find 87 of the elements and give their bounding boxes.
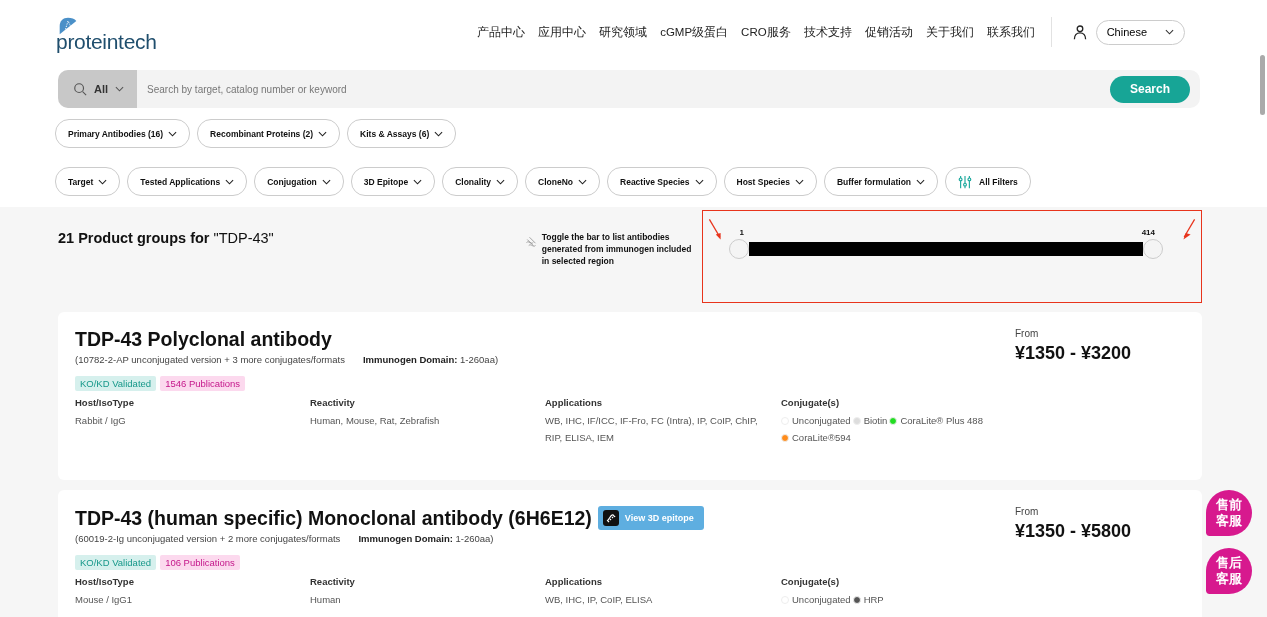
filter-dropdown[interactable]: Reactive Species [607,167,717,196]
annotation-arrow [1181,217,1197,241]
filter-dropdown[interactable]: Buffer formulation [823,167,939,196]
conjugate-name: CoraLite®594 [792,432,851,443]
price-range: ¥1350 - ¥5800 [1015,521,1132,542]
spec-value: Rabbit / IgG [75,414,127,428]
chevron-down-icon [115,86,125,92]
spec-value: Mouse / IgG1 [75,593,134,607]
filter-dropdown[interactable]: Tested Applications [127,167,248,196]
spec-value: Human [310,593,342,607]
chevron-down-icon [496,178,506,185]
spec-label: Conjugate(s) [781,576,841,587]
chevron-down-icon [413,178,423,185]
immunogen-domain: Immunogen Domain: 1-260aa) [358,533,494,544]
chevron-down-icon [168,130,178,137]
category-dropdown[interactable]: Kits & Assays (6) [347,119,457,148]
chevron-down-icon [578,178,588,185]
price-label: From [1015,506,1040,517]
spec-label: Applications [545,576,603,587]
spec-value: Human, Mouse, Rat, Zebrafish [310,414,441,428]
language-dropdown[interactable]: Chinese [1095,19,1185,45]
chevron-down-icon [321,178,331,185]
spec-label: Conjugate(s) [781,397,841,408]
spec-value: WB, IHC, IF/ICC, IF-Fro, FC (Intra), IP, CoIP, ChIP, RIP, ELISA, IEM [545,414,759,445]
filter-dropdown[interactable]: Clonality [442,167,519,196]
slider-handle[interactable] [729,239,750,259]
filter-dropdown[interactable]: Target [55,167,121,196]
filter-dropdown[interactable]: Conjugation [254,167,344,196]
spec-label: Host/IsoType [75,576,135,587]
logo-icon [58,16,78,36]
proteintech-logo[interactable]: proteintech [56,10,157,54]
spec-label: Applications [545,397,603,408]
product-title[interactable]: TDP-43 (human specific) Monoclonal antibody (6H6E12) [75,506,592,530]
chevron-down-icon [225,178,235,185]
category-dropdown[interactable]: Recombinant Proteins (2) [197,119,341,148]
product-subtitle: (10782-2-AP unconjugated version + 3 more conjugates/formats [75,354,345,365]
scope-dropdown[interactable]: All [58,70,138,108]
range-min: 1 [739,228,744,237]
price-label: From [1015,328,1040,339]
immunogen-domain: Immunogen Domain: 1-260aa) [362,354,499,365]
spec-label: Reactivity [310,397,356,408]
product-subtitle: (60019-2-Ig unconjugated version + 2 more conjugates/formats [75,533,341,544]
chevron-down-icon [434,130,444,137]
price-range: ¥1350 - ¥3200 [1015,343,1132,364]
product-tag: KO/KD Validated [75,376,157,391]
conjugate-name: Biotin [863,415,888,426]
nav-link[interactable]: 技术支持 [803,24,852,40]
sliders-icon [958,174,973,189]
search-icon [73,82,87,96]
range-max: 414 [1141,228,1155,237]
conjugate-name: Unconjugated [792,594,851,605]
nav-link[interactable]: 研究领域 [599,24,648,40]
filter-dropdown[interactable]: Host Species [723,167,817,196]
spec-label: Host/IsoType [75,397,135,408]
search-field[interactable]: Search by target, catalog number or keyword [137,83,1110,95]
product-tag: 1546 Publications [160,376,246,391]
product-tag: 106 Publications [160,555,240,570]
nav-link[interactable]: 促销活动 [864,24,913,40]
spec-label: Reactivity [310,576,356,587]
nav-link[interactable]: cGMP级蛋白 [660,24,729,40]
nav-link[interactable]: 应用中心 [538,24,587,40]
category-dropdown[interactable]: Primary Antibodies (16) [55,119,191,148]
chevron-down-icon [694,178,704,185]
product-tag: KO/KD Validated [75,555,157,570]
conjugate-name: HRP [863,594,884,605]
conjugate-name: CoraLite® Plus 488 [900,415,983,426]
nav-link[interactable]: 产品中心 [477,24,526,40]
product-title[interactable]: TDP-43 Polyclonal antibody [75,328,332,351]
results-heading: 21 Product groups for "TDP-43" [58,230,275,246]
chevron-down-icon [98,178,108,185]
scrollbar [1260,55,1265,115]
nav-link[interactable]: 联系我们 [986,24,1035,40]
conjugate-name: Unconjugated [792,415,851,426]
nav-link[interactable]: CRO服务 [741,24,791,40]
chevron-down-icon [1165,29,1174,35]
chevron-down-icon [318,130,328,137]
filter-dropdown[interactable]: CloneNo [525,167,601,196]
spec-value: WB, IHC, IP, CoIP, ELISA [545,593,654,607]
range-hint: Toggle the bar to list antibodies generated from immunogen included in selected region [541,231,693,267]
slider-handle[interactable] [1143,239,1163,259]
user-icon[interactable] [1071,24,1088,40]
chevron-down-icon [916,178,926,185]
annotation-arrow [707,217,724,241]
all-filters-button[interactable]: All Filters [945,167,1031,196]
chevron-down-icon [794,178,804,185]
filter-dropdown[interactable]: 3D Epitope [350,167,436,196]
nav-link[interactable]: 关于我们 [925,24,974,40]
